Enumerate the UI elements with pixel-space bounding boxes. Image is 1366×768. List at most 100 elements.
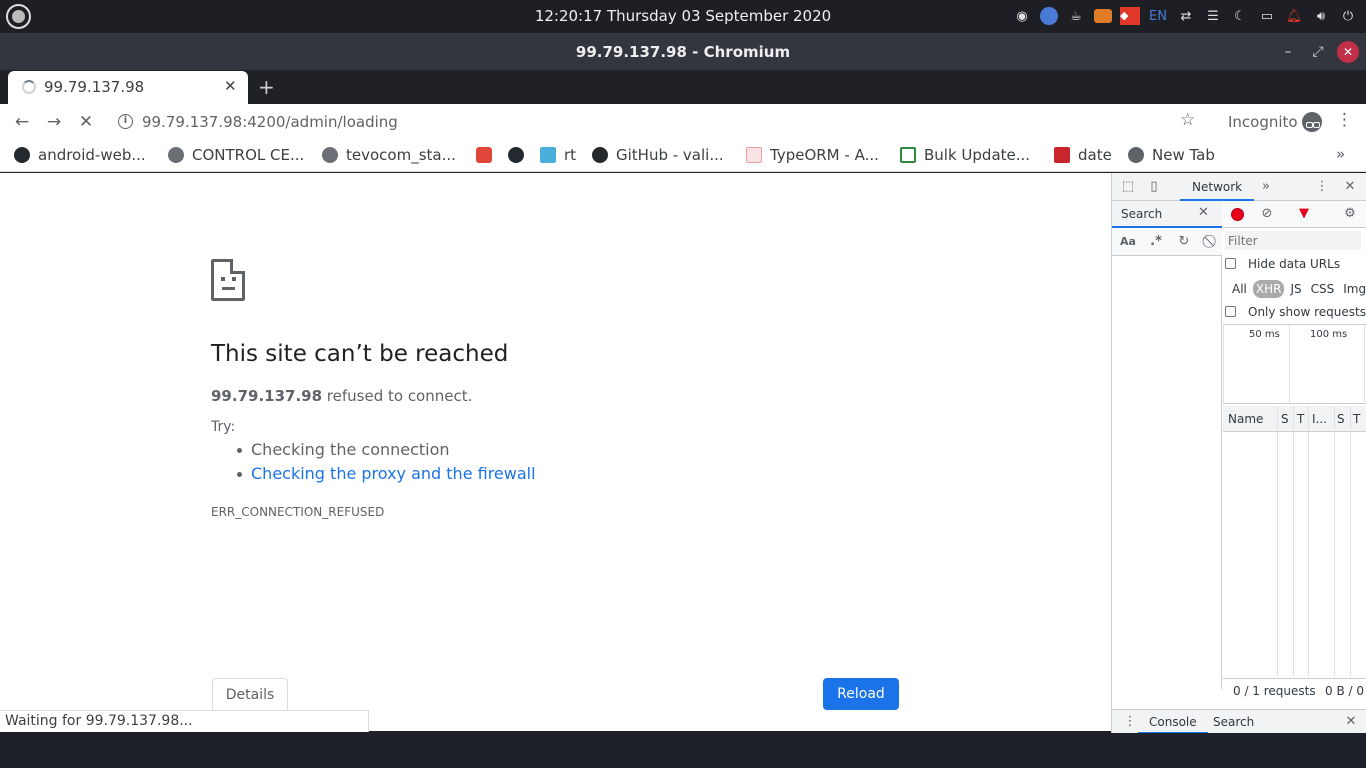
bookmark-github-vali[interactable]: GitHub - vali... <box>592 145 724 165</box>
only-show-requests-checkbox[interactable] <box>1225 306 1236 317</box>
back-button[interactable]: ← <box>11 111 33 133</box>
column-status[interactable]: S <box>1281 412 1289 426</box>
bookmark-tevocom[interactable]: tevocom_sta... <box>322 145 456 165</box>
folder-icon[interactable]: ▭ <box>1257 6 1277 26</box>
regex-button[interactable]: .* <box>1148 234 1164 250</box>
type-img[interactable]: Img <box>1340 280 1366 298</box>
clear-search-icon[interactable]: ⃠ <box>1204 234 1220 250</box>
github-icon <box>14 147 30 163</box>
network-settings-icon[interactable]: ⚙ <box>1342 206 1358 222</box>
clear-icon[interactable]: ⊘ <box>1259 206 1275 222</box>
devtools-close-icon[interactable]: ✕ <box>1342 179 1358 195</box>
tab-network[interactable]: Network <box>1180 173 1255 201</box>
overview-gridline <box>1364 325 1365 405</box>
search-pane-header: Search ✕ <box>1112 201 1222 228</box>
request-table-header: Name S T I... S T <box>1223 406 1366 432</box>
error-host: 99.79.137.98 <box>211 387 323 405</box>
bookmark-red[interactable] <box>476 145 500 165</box>
bookmark-label: tevocom_sta... <box>346 146 456 164</box>
suggestion-check-proxy-link[interactable]: Checking the proxy and the firewall <box>237 464 536 483</box>
type-css[interactable]: CSS <box>1308 280 1338 298</box>
bookmark-rt[interactable]: rt <box>540 145 576 165</box>
type-js[interactable]: JS <box>1287 280 1304 298</box>
bookmark-control-ce[interactable]: CONTROL CE... <box>168 145 304 165</box>
device-toolbar-icon[interactable]: ▯ <box>1146 179 1162 195</box>
bookmark-new-tab[interactable]: New Tab <box>1128 145 1215 165</box>
bookmark-label: rt <box>564 146 577 164</box>
new-tab-button[interactable]: + <box>258 75 275 99</box>
inspect-element-icon[interactable]: ⬚ <box>1120 179 1136 195</box>
network-toolbar: ⊘ ▼ ⚙ <box>1223 201 1366 228</box>
chromium-icon[interactable] <box>1039 6 1059 26</box>
bookmark-android-web[interactable]: android-web... <box>14 145 146 165</box>
bookmark-label: android-web... <box>38 146 146 164</box>
record-button[interactable] <box>1231 208 1244 221</box>
hide-data-urls-checkbox[interactable] <box>1225 258 1236 269</box>
github-icon <box>592 147 608 163</box>
coffee-icon[interactable]: ☕ <box>1066 6 1086 26</box>
drawer-tab-search[interactable]: Search <box>1213 710 1254 734</box>
incognito-icon[interactable] <box>1302 112 1322 132</box>
column-name[interactable]: Name <box>1228 412 1263 426</box>
error-page: This site can’t be reached 99.79.137.98 … <box>0 173 1111 732</box>
language-indicator[interactable]: EN <box>1147 6 1169 26</box>
stop-button[interactable]: ✕ <box>75 111 97 133</box>
bookmark-typeorm[interactable]: TypeORM - A... <box>746 145 879 165</box>
address-bar[interactable]: 99.79.137.98:4200/admin/loading <box>142 113 398 131</box>
more-tabs-icon[interactable]: » <box>1258 179 1274 195</box>
record-icon[interactable]: ◉ <box>1012 6 1032 26</box>
bookmark-bulk-update[interactable]: Bulk Update... <box>900 145 1030 165</box>
column-divider <box>1293 406 1294 676</box>
drawer-tab-console[interactable]: Console <box>1138 710 1208 734</box>
os-menu-icon[interactable] <box>6 4 31 29</box>
power-icon[interactable]: ⏻ <box>1338 6 1358 26</box>
menu-icon[interactable]: ☰ <box>1203 6 1223 26</box>
bookmarks-overflow-icon[interactable]: » <box>1336 145 1345 163</box>
swap-icon[interactable]: ⇄ <box>1176 6 1196 26</box>
details-button[interactable]: Details <box>212 678 288 712</box>
search-close-icon[interactable]: ✕ <box>1198 205 1209 220</box>
bell-icon[interactable]: 🔔︎ <box>1284 6 1304 26</box>
drawer-close-icon[interactable]: ✕ <box>1343 714 1359 730</box>
maximize-button[interactable]: ⤢ <box>1307 41 1329 63</box>
bookmark-star-icon[interactable]: ☆ <box>1180 110 1195 130</box>
browser-tab[interactable]: 99.79.137.98 ✕ <box>8 71 248 104</box>
system-tray: ◉ ☕ ◆ EN ⇄ ☰ ☾ ▭ 🔔︎ 🔊︎ ⏻ ⇤ <box>1012 5 1366 27</box>
tab-close-icon[interactable]: ✕ <box>224 77 237 95</box>
filter-input[interactable] <box>1225 231 1361 250</box>
bookmark-label: CONTROL CE... <box>192 146 305 164</box>
error-message: 99.79.137.98 refused to connect. <box>211 387 472 405</box>
suggestion-check-connection: Checking the connection <box>237 440 450 459</box>
new-tab-icon <box>1128 147 1144 163</box>
filter-icon[interactable]: ▼ <box>1296 206 1312 222</box>
type-all[interactable]: All <box>1229 280 1250 298</box>
bookmark-github[interactable] <box>508 145 532 165</box>
error-code: ERR_CONNECTION_REFUSED <box>211 505 385 519</box>
bookmark-date[interactable]: date <box>1054 145 1112 165</box>
bookmark-blue-icon <box>540 147 556 163</box>
window-close-button[interactable]: ✕ <box>1337 41 1359 63</box>
globe-icon <box>168 147 184 163</box>
devtools-menu-icon[interactable]: ⋮ <box>1314 179 1330 195</box>
match-case-button[interactable]: Aa <box>1120 234 1136 250</box>
minimize-button[interactable]: – <box>1277 41 1299 63</box>
forward-button[interactable]: → <box>43 111 65 133</box>
column-type[interactable]: T <box>1297 412 1304 426</box>
anydesk-icon[interactable]: ◆ <box>1120 6 1140 26</box>
loading-spinner-icon <box>22 80 36 94</box>
type-xhr[interactable]: XHR <box>1252 280 1285 298</box>
site-info-icon[interactable]: i <box>118 114 133 129</box>
column-time[interactable]: T <box>1353 412 1360 426</box>
drawer-menu-icon[interactable]: ⋮ <box>1122 714 1138 730</box>
volume-icon[interactable]: 🔊︎ <box>1311 6 1331 26</box>
browser-menu-button[interactable]: ⋮ <box>1336 110 1353 130</box>
column-size[interactable]: S <box>1337 412 1345 426</box>
column-initiator[interactable]: I... <box>1312 412 1327 426</box>
bookmark-label: date <box>1078 146 1112 164</box>
hammer-icon[interactable] <box>1093 6 1113 26</box>
refresh-icon[interactable]: ↻ <box>1176 234 1192 250</box>
browser-toolbar: ← → ✕ i 99.79.137.98:4200/admin/loading … <box>0 104 1366 140</box>
error-heading: This site can’t be reached <box>211 341 509 367</box>
reload-button[interactable]: Reload <box>823 678 899 710</box>
moon-icon[interactable]: ☾ <box>1230 6 1250 26</box>
